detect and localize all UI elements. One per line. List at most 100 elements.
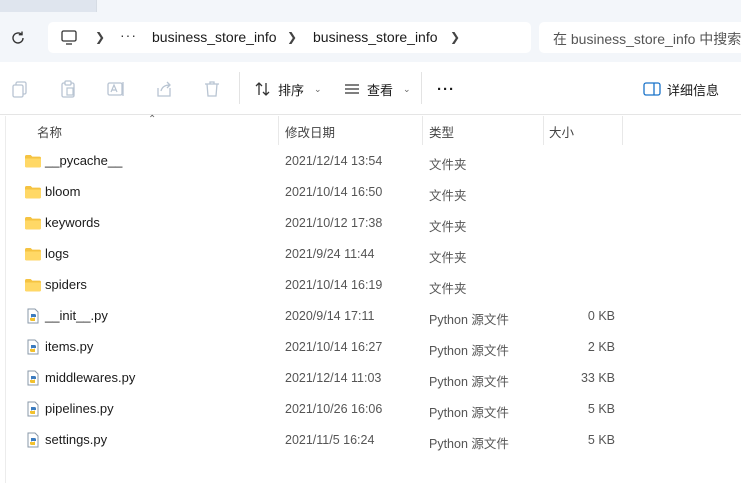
file-type: 文件夹 <box>429 189 467 203</box>
address-row: ❯ ··· business_store_info ❯ business_sto… <box>0 12 741 62</box>
folder-icon <box>25 217 41 230</box>
file-name: items.py <box>45 339 94 354</box>
file-type: 文件夹 <box>429 220 467 234</box>
chevron-right-icon: ❯ <box>95 30 106 44</box>
details-pane-icon <box>643 82 661 96</box>
file-name: __pycache__ <box>45 153 123 168</box>
tab-inactive[interactable] <box>0 0 96 12</box>
file-modified: 2021/10/26 16:06 <box>285 402 383 416</box>
file-type: Python 源文件 <box>429 437 509 451</box>
file-modified: 2021/10/12 17:38 <box>285 216 383 230</box>
folder-icon <box>25 186 41 199</box>
more-options-button[interactable]: ··· <box>437 78 455 100</box>
file-modified: 2021/12/14 11:03 <box>285 371 382 385</box>
details-label: 详细信息 <box>667 82 720 98</box>
file-name: logs <box>45 246 69 261</box>
file-row[interactable]: bloom 2021/10/14 16:50 文件夹 <box>6 177 741 208</box>
column-header-label: 名称 <box>37 126 63 140</box>
breadcrumb-item[interactable]: business_store_info <box>152 29 277 45</box>
column-header-label: 类型 <box>429 126 455 140</box>
search-placeholder: 在 business_store_info 中搜索 <box>553 31 741 47</box>
column-divider[interactable] <box>622 116 623 145</box>
command-bar: 排序 ⌄ 查看 ⌄ ··· 详细信息 <box>0 62 741 115</box>
sort-button[interactable]: 排序 ⌄ <box>254 78 322 100</box>
file-name: settings.py <box>45 432 108 447</box>
file-type: Python 源文件 <box>429 313 509 327</box>
file-row[interactable]: pipelines.py 2021/10/26 16:06 Python 源文件 5 … <box>6 394 741 425</box>
file-row[interactable]: __init__.py 2020/9/14 17:11 Python 源文件 0 KB <box>6 301 741 332</box>
file-size: 2 KB <box>587 340 615 354</box>
tab-strip <box>0 0 741 12</box>
column-header-label: 大小 <box>549 126 575 140</box>
file-row[interactable]: spiders 2021/10/14 16:19 文件夹 <box>6 270 741 301</box>
refresh-icon <box>12 31 24 44</box>
file-name: __init__.py <box>45 308 108 323</box>
column-divider[interactable] <box>278 116 279 145</box>
file-row[interactable]: settings.py 2021/11/5 16:24 Python 源文件 5 KB <box>6 425 741 456</box>
details-pane-button[interactable]: 详细信息 <box>643 78 719 100</box>
column-header-label: 修改日期 <box>285 126 336 140</box>
view-button[interactable]: 查看 ⌄ <box>343 78 411 100</box>
file-name: spiders <box>45 277 87 292</box>
address-bar[interactable]: ❯ ··· business_store_info ❯ business_sto… <box>48 22 531 53</box>
python-file-icon <box>27 401 39 417</box>
python-file-icon <box>27 370 39 386</box>
file-name: pipelines.py <box>45 401 114 416</box>
folder-icon <box>25 155 41 168</box>
file-type: Python 源文件 <box>429 344 509 358</box>
file-size: 0 KB <box>587 309 615 323</box>
file-modified: 2020/9/14 17:11 <box>285 309 375 323</box>
file-modified: 2021/10/14 16:19 <box>285 278 383 292</box>
file-modified: 2021/9/24 11:44 <box>285 247 375 261</box>
search-input[interactable]: 在 business_store_info 中搜索 <box>539 22 741 53</box>
file-modified: 2021/12/14 13:54 <box>285 154 383 168</box>
file-modified: 2021/11/5 16:24 <box>285 433 375 447</box>
copy-icon[interactable] <box>10 79 30 99</box>
file-row[interactable]: items.py 2021/10/14 16:27 Python 源文件 2 KB <box>6 332 741 363</box>
refresh-button[interactable] <box>6 26 30 50</box>
file-size: 5 KB <box>587 402 615 416</box>
file-row[interactable]: logs 2021/9/24 11:44 文件夹 <box>6 239 741 270</box>
view-label: 查看 <box>367 82 394 98</box>
folder-icon <box>25 279 41 292</box>
file-row[interactable]: keywords 2021/10/12 17:38 文件夹 <box>6 208 741 239</box>
file-modified: 2021/10/14 16:27 <box>285 340 383 354</box>
share-icon[interactable] <box>154 79 174 99</box>
folder-icon <box>25 248 41 261</box>
paste-icon[interactable] <box>58 79 78 99</box>
delete-icon[interactable] <box>202 79 222 99</box>
chevron-right-icon[interactable]: ❯ <box>287 30 297 44</box>
file-type: 文件夹 <box>429 251 467 265</box>
tab-active[interactable] <box>96 0 741 12</box>
file-name: keywords <box>45 215 100 230</box>
file-name: middlewares.py <box>45 370 136 385</box>
toolbar-divider <box>239 72 240 104</box>
breadcrumb-overflow-button[interactable]: ··· <box>120 27 137 43</box>
file-type: 文件夹 <box>429 158 467 172</box>
file-list: ⌃ 名称 修改日期 类型 大小 __pycache__ 2021/12/14 13… <box>0 114 741 483</box>
file-size: 33 KB <box>580 371 615 385</box>
toolbar-divider <box>421 72 422 104</box>
chevron-down-icon: ⌄ <box>403 83 411 94</box>
rename-icon[interactable] <box>106 79 126 99</box>
breadcrumb-item[interactable]: business_store_info <box>313 29 438 45</box>
chevron-down-icon: ⌄ <box>314 83 322 94</box>
file-modified: 2021/10/14 16:50 <box>285 185 383 199</box>
sort-icon <box>255 82 270 96</box>
sort-label: 排序 <box>278 82 305 98</box>
column-divider[interactable] <box>422 116 423 145</box>
file-type: Python 源文件 <box>429 406 509 420</box>
python-file-icon <box>27 308 39 324</box>
file-size: 5 KB <box>587 433 615 447</box>
file-row[interactable]: middlewares.py 2021/12/14 11:03 Python 源文件… <box>6 363 741 394</box>
computer-icon <box>61 30 77 45</box>
chevron-right-icon[interactable]: ❯ <box>450 30 460 44</box>
sort-ascending-icon: ⌃ <box>148 114 157 125</box>
python-file-icon <box>27 432 39 448</box>
file-row[interactable]: __pycache__ 2021/12/14 13:54 文件夹 <box>6 146 741 177</box>
column-divider[interactable] <box>543 116 544 145</box>
view-icon <box>345 84 359 94</box>
file-type: 文件夹 <box>429 282 467 296</box>
python-file-icon <box>27 339 39 355</box>
file-type: Python 源文件 <box>429 375 509 389</box>
